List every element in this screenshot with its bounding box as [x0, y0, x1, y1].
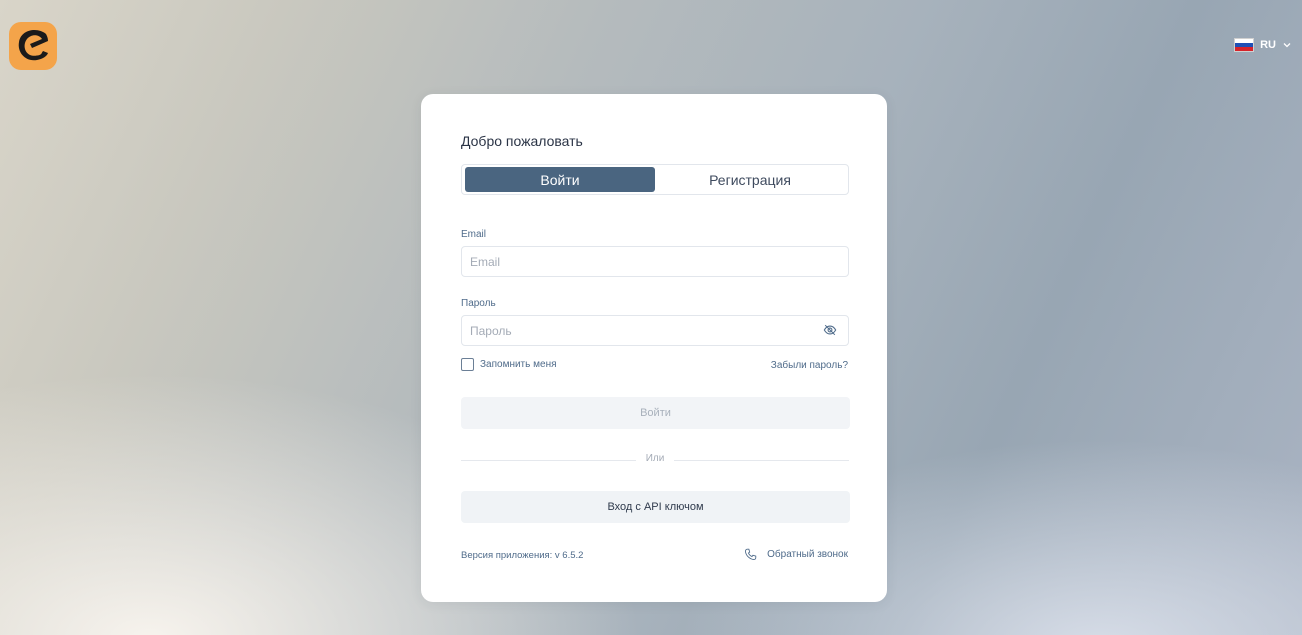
eye-off-icon[interactable]: [823, 323, 837, 337]
tab-register[interactable]: Регистрация: [655, 167, 845, 192]
chevron-down-icon: [1283, 43, 1291, 48]
remember-me-label: Запомнить меня: [480, 359, 557, 370]
phone-icon: [745, 548, 757, 561]
welcome-title: Добро пожаловать: [461, 133, 583, 149]
password-field[interactable]: [461, 315, 849, 346]
remember-me-toggle[interactable]: Запомнить меня: [461, 358, 557, 371]
language-code: RU: [1260, 39, 1276, 51]
language-selector[interactable]: RU: [1234, 38, 1292, 52]
app-version: Версия приложения: v 6.5.2: [461, 550, 584, 561]
auth-tabs: Войти Регистрация: [461, 164, 849, 195]
tab-login[interactable]: Войти: [465, 167, 655, 192]
remember-me-checkbox[interactable]: [461, 358, 474, 371]
divider-text: Или: [636, 453, 674, 464]
email-field[interactable]: [461, 246, 849, 277]
brand-logo-icon[interactable]: [9, 22, 57, 70]
login-button[interactable]: Войти: [461, 397, 850, 429]
email-label: Email: [461, 229, 487, 240]
forgot-password-link[interactable]: Забыли пароль?: [771, 360, 848, 371]
callback-link[interactable]: Обратный звонок: [744, 548, 848, 561]
russia-flag-icon: [1234, 38, 1255, 52]
api-key-login-button[interactable]: Вход с API ключом: [461, 491, 850, 523]
login-card: Добро пожаловать Войти Регистрация Email…: [421, 94, 887, 602]
password-label: Пароль: [461, 298, 496, 309]
callback-label: Обратный звонок: [767, 549, 848, 560]
